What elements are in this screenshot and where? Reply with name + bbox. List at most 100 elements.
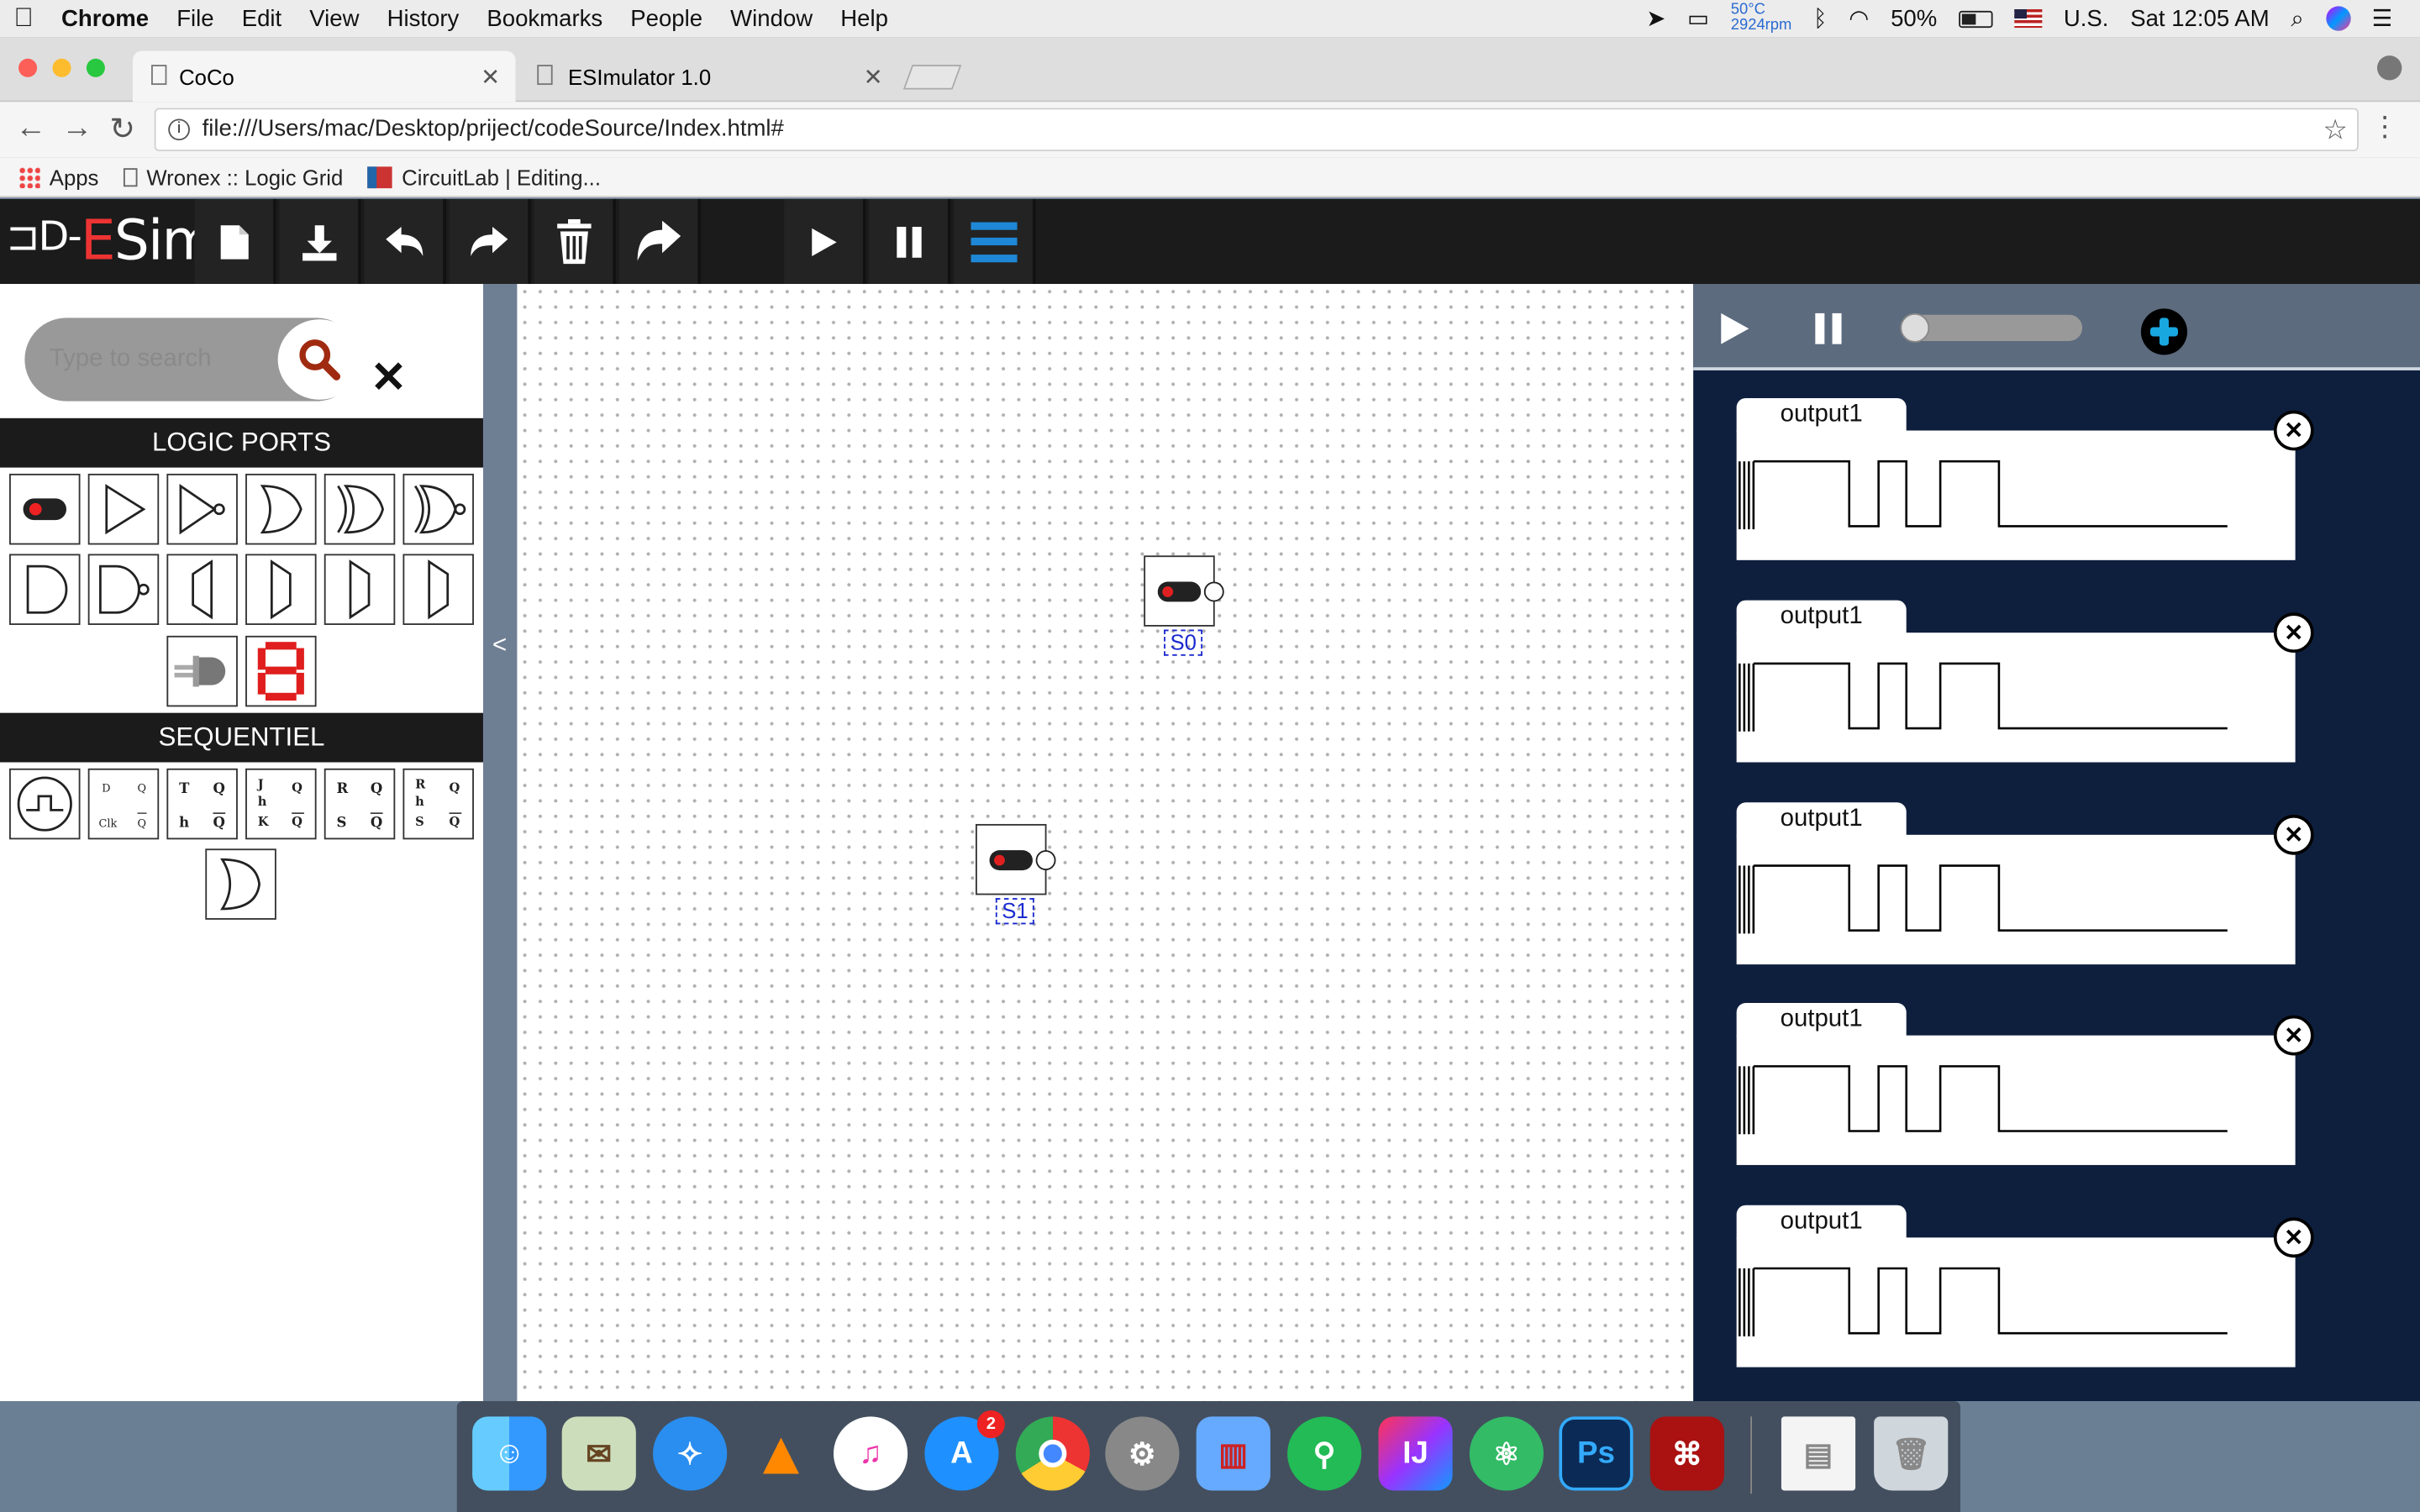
timeline-menu-button[interactable]: [954, 198, 1036, 285]
close-window-button[interactable]: [18, 58, 38, 77]
input-source[interactable]: U.S.: [2064, 5, 2109, 31]
profile-icon[interactable]: [2376, 55, 2402, 81]
itunes-icon[interactable]: ♫: [833, 1416, 908, 1491]
bookmark-apps[interactable]: Apps: [18, 165, 98, 189]
switch-label[interactable]: S0: [1164, 629, 1203, 656]
remove-signal-icon[interactable]: ✕: [2273, 1015, 2314, 1056]
run-button[interactable]: [784, 198, 866, 285]
output-pin[interactable]: [1035, 850, 1056, 871]
menu-people[interactable]: People: [617, 5, 717, 31]
xnor-gate-component[interactable]: [402, 473, 474, 545]
share-button[interactable]: [618, 198, 701, 285]
mail-icon[interactable]: ✉: [561, 1416, 636, 1491]
temp-readout[interactable]: 50°C 2924rpm: [1731, 3, 1792, 34]
add-signal-button[interactable]: [2140, 308, 2188, 355]
switch-s0[interactable]: S0: [1144, 555, 1224, 656]
android-studio-icon[interactable]: ⚲: [1287, 1416, 1362, 1491]
decoder-component[interactable]: [402, 554, 474, 625]
remote-desktop-icon[interactable]: ▥: [1196, 1416, 1270, 1491]
bluetooth-icon[interactable]: ᛒ: [1813, 5, 1828, 31]
trash-icon[interactable]: 🗑: [1874, 1416, 1949, 1491]
pause-button[interactable]: [869, 198, 951, 285]
bookmark-star-icon[interactable]: ☆: [2323, 109, 2348, 150]
siri-icon[interactable]: [2325, 6, 2350, 31]
pause-icon[interactable]: [1813, 312, 1844, 345]
download-button[interactable]: [279, 198, 361, 285]
d-flipflop-component[interactable]: D Q Clk Q: [87, 768, 160, 840]
menu-edit[interactable]: Edit: [228, 5, 296, 31]
remove-signal-icon[interactable]: ✕: [2273, 1217, 2314, 1258]
vlc-icon[interactable]: ▲: [744, 1416, 818, 1490]
battery-percent[interactable]: 50%: [1891, 5, 1937, 31]
display-icon[interactable]: ▭: [1687, 5, 1709, 32]
document-icon[interactable]: ▤: [1781, 1416, 1856, 1491]
info-icon[interactable]: i: [168, 118, 190, 141]
apple-icon[interactable]: : [0, 3, 47, 34]
mux-component[interactable]: [245, 554, 317, 625]
menu-help[interactable]: Help: [827, 5, 902, 31]
chrome-icon[interactable]: [1015, 1416, 1090, 1491]
toggle-icon[interactable]: [989, 850, 1033, 871]
url-field[interactable]: i file:///Users/mac/Desktop/priject/code…: [154, 108, 2359, 152]
tab-coco[interactable]: CoCo ✕: [132, 50, 516, 102]
maximize-window-button[interactable]: [86, 58, 105, 77]
switch-label[interactable]: S1: [995, 898, 1035, 925]
remove-signal-icon[interactable]: ✕: [2273, 612, 2314, 654]
battery-icon[interactable]: [1958, 9, 1993, 28]
slider-knob[interactable]: [1900, 312, 1930, 343]
close-tab-icon[interactable]: ✕: [481, 63, 500, 91]
new-tab-button[interactable]: [902, 65, 962, 90]
notification-center-icon[interactable]: ☰: [2372, 5, 2393, 32]
bookmark-circuitlab[interactable]: CircuitLab | Editing...: [367, 165, 601, 189]
chrome-menu-icon[interactable]: ⋮: [2371, 111, 2399, 144]
tab-esimulator[interactable]: ESImulator 1.0 ✕: [522, 51, 898, 102]
panel-collapse-handle[interactable]: <: [482, 284, 518, 1401]
menu-view[interactable]: View: [296, 5, 373, 31]
photoshop-icon[interactable]: Ps: [1559, 1416, 1634, 1491]
not-gate-component[interactable]: [166, 473, 238, 545]
close-tab-icon[interactable]: ✕: [864, 63, 883, 91]
remove-signal-icon[interactable]: ✕: [2273, 410, 2314, 451]
speed-slider[interactable]: [1900, 312, 2083, 343]
or-gate-component[interactable]: [245, 473, 317, 545]
and-gate-component[interactable]: [9, 554, 81, 625]
flag-icon[interactable]: [2014, 9, 2043, 29]
switch-component[interactable]: [9, 473, 81, 545]
bookmark-wronex[interactable]: Wronex :: Logic Grid: [123, 165, 343, 189]
delete-button[interactable]: [534, 198, 616, 285]
demux-component[interactable]: [166, 554, 238, 625]
circuit-canvas[interactable]: S0 S1: [517, 284, 1694, 1401]
xor-gate-component[interactable]: [324, 473, 396, 545]
remove-signal-icon[interactable]: ✕: [2273, 814, 2314, 855]
back-icon[interactable]: ←: [15, 111, 46, 146]
play-icon[interactable]: [1718, 312, 1752, 345]
seven-segment-component[interactable]: [245, 635, 317, 707]
finder-icon[interactable]: ☺: [472, 1416, 547, 1491]
switch-s1[interactable]: S1: [975, 823, 1056, 925]
intellij-icon[interactable]: IJ: [1378, 1416, 1453, 1491]
clock-component[interactable]: [9, 768, 81, 840]
acrobat-icon[interactable]: ⌘: [1649, 1416, 1724, 1491]
menu-window[interactable]: Window: [717, 5, 827, 31]
buffer-gate-component[interactable]: [87, 473, 160, 545]
menu-app-name[interactable]: Chrome: [47, 5, 162, 31]
rs-flipflop-component[interactable]: R Q S Q: [324, 768, 396, 840]
spotlight-icon[interactable]: ⌕: [2291, 5, 2303, 31]
encoder-component[interactable]: [324, 554, 396, 625]
safari-icon[interactable]: ✧: [653, 1416, 728, 1491]
latch-component[interactable]: [205, 848, 276, 920]
new-file-button[interactable]: [194, 198, 276, 285]
undo-button[interactable]: [364, 198, 446, 285]
menu-history[interactable]: History: [373, 5, 473, 31]
minimize-window-button[interactable]: [52, 58, 71, 77]
clear-search-icon[interactable]: ✕: [371, 352, 407, 403]
search-button[interactable]: [277, 319, 361, 400]
app-store-icon[interactable]: A 2: [924, 1410, 1005, 1491]
output-pin[interactable]: [1203, 581, 1224, 602]
led-component[interactable]: [166, 635, 238, 707]
rhs-flipflop-component[interactable]: RhS Q Q: [402, 768, 474, 840]
location-icon[interactable]: ➤: [1646, 5, 1665, 32]
reload-icon[interactable]: ↻: [109, 109, 135, 148]
jk-flipflop-component[interactable]: JhK Q Q: [245, 768, 317, 840]
wifi-icon[interactable]: ◠: [1849, 5, 1869, 32]
